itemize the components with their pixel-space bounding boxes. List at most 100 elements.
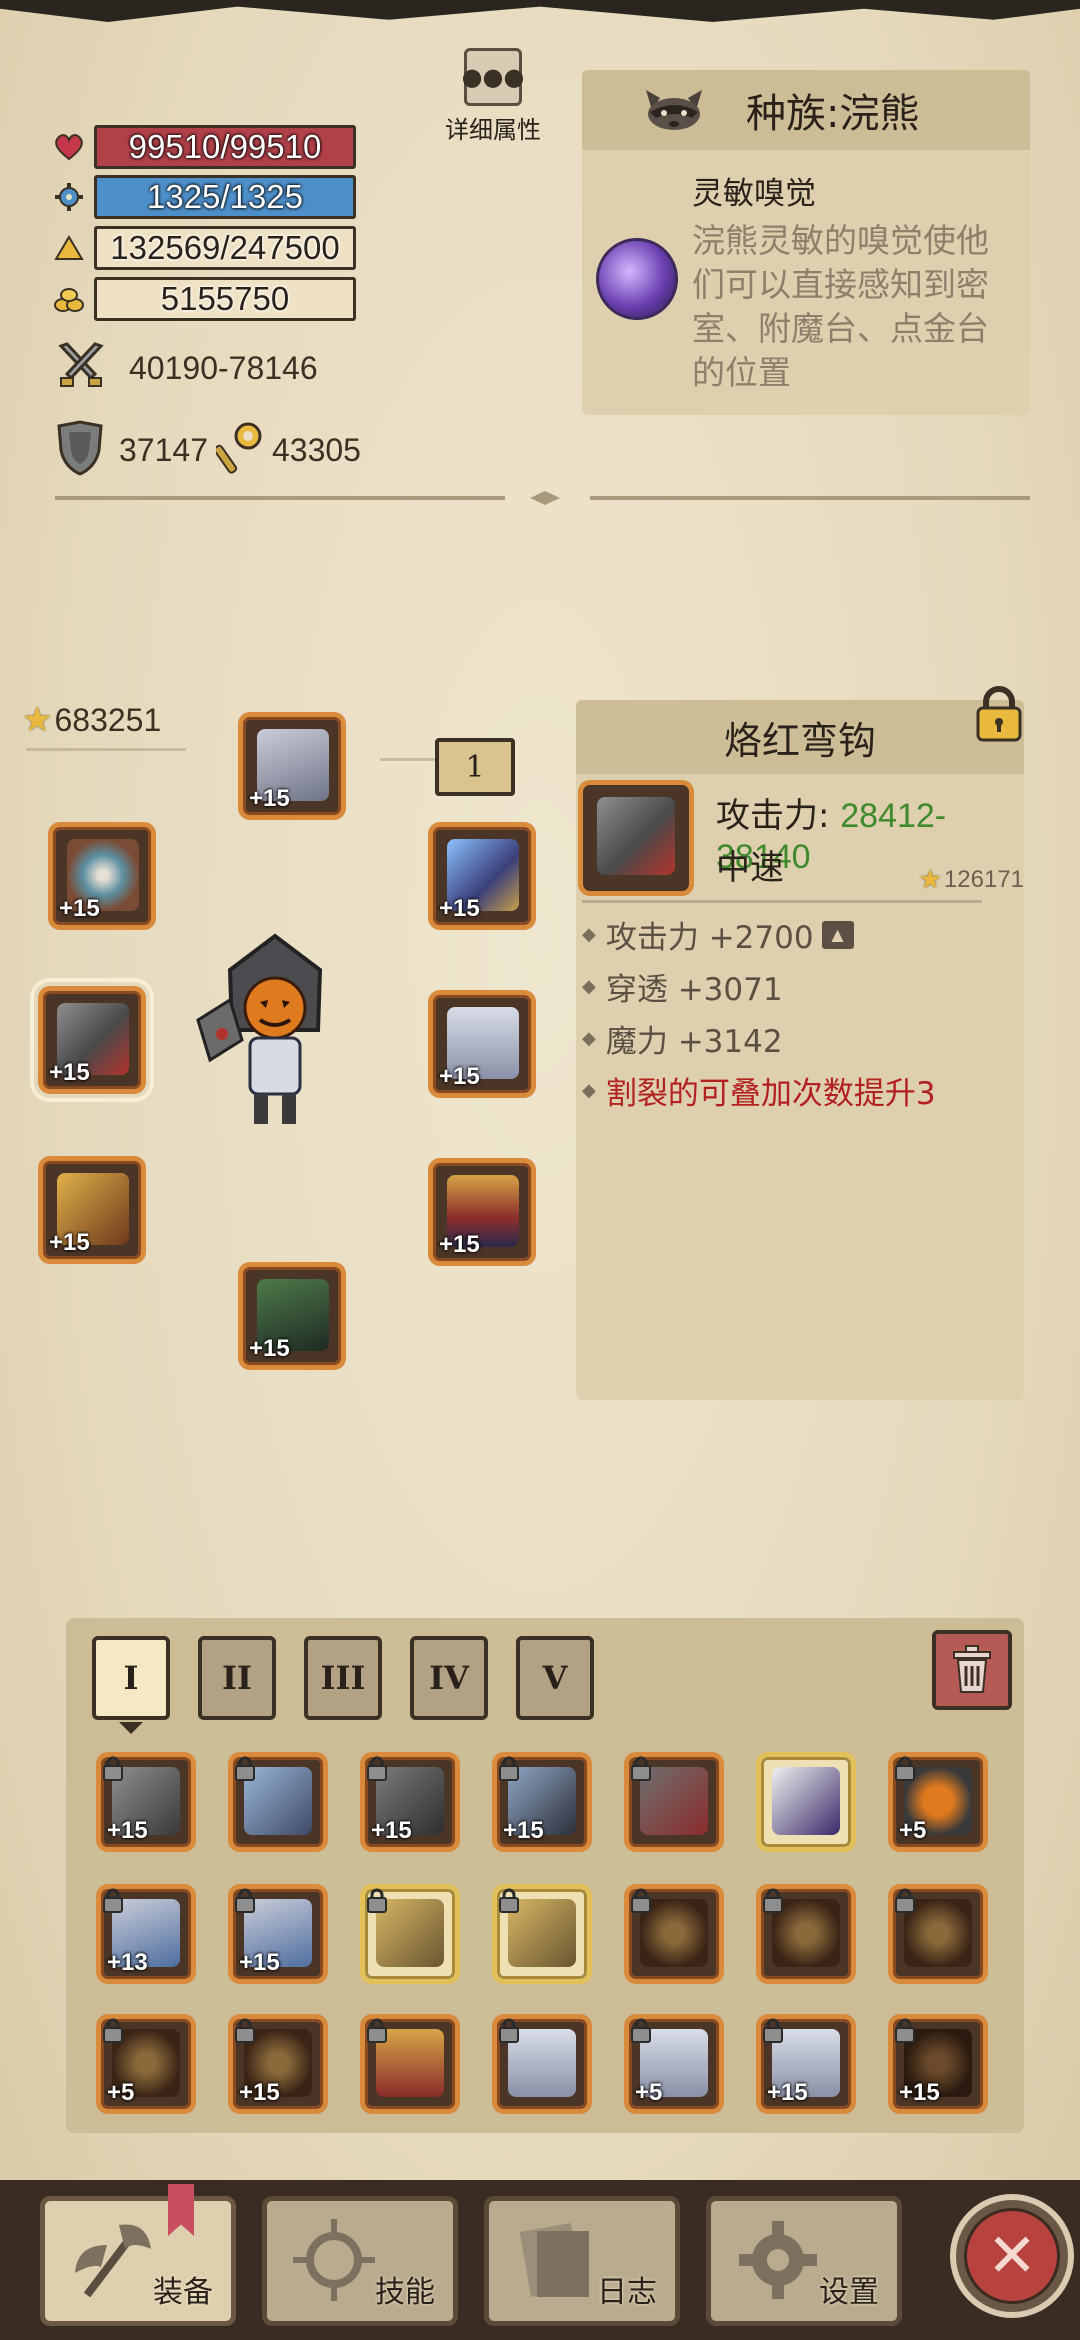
item-speed: 中速 [716, 848, 784, 888]
lock-icon [631, 1756, 651, 1781]
item-attr: ◆ 攻击力 +2700 ▲ [582, 912, 854, 957]
inventory-slot[interactable]: +15 [888, 2014, 988, 2114]
nav-skills-button[interactable]: 技能 [262, 2196, 458, 2326]
axe-icon [75, 2224, 151, 2298]
mana-row: 1325/1325 [50, 175, 356, 219]
diamond-bullet-icon: ◆ [582, 1028, 596, 1049]
trash-icon [953, 1645, 991, 1693]
inventory-tab-4[interactable]: IV [410, 1636, 488, 1720]
magic-value: 43305 [271, 431, 361, 468]
enhance-level: +15 [899, 2079, 940, 2106]
race-panel: 种族:浣熊 灵敏嗅觉 浣熊灵敏的嗅觉使他们可以直接感知到密室、附魔台、点金台的位… [582, 70, 1030, 415]
image-icon[interactable]: ▲ [821, 920, 854, 949]
enhance-level: +15 [59, 895, 100, 922]
inventory-tab-1[interactable]: I [92, 1636, 170, 1720]
inventory-slot[interactable]: +5 [888, 1752, 988, 1852]
inventory-slot[interactable]: +15 [492, 1752, 592, 1852]
lock-icon [895, 1888, 915, 1913]
inventory-slot[interactable] [360, 2014, 460, 2114]
trash-button[interactable] [932, 1630, 1012, 1710]
item-detail-panel: 烙红弯钩 攻击力: 28412-38140 中速 ★ 126171 ◆ 攻击力 … [576, 686, 1024, 1400]
enhance-level: +5 [635, 2079, 663, 2106]
item-attr-special: ◆ 割裂的可叠加次数提升3 [582, 1068, 936, 1113]
item-thumbnail [578, 780, 694, 896]
enhance-level: +5 [899, 1817, 927, 1844]
more-dots-icon: ●●● [462, 48, 524, 106]
equip-slot-wings[interactable]: +15 [428, 990, 536, 1098]
inventory-slot[interactable] [756, 1884, 856, 1984]
lock-icon [367, 1756, 387, 1781]
inventory-slot[interactable]: +13 [96, 1884, 196, 1984]
enhance-level: +15 [239, 2079, 280, 2106]
lock-icon [499, 1756, 519, 1781]
inventory-slot[interactable]: +15 [756, 2014, 856, 2114]
enhance-level: +15 [49, 1059, 90, 1086]
detail-attributes-button[interactable]: ●●● 详细属性 [428, 48, 558, 145]
item-score: ★ 126171 [919, 864, 1024, 895]
lock-icon [103, 1888, 123, 1913]
inventory-slot[interactable]: +15 [360, 1752, 460, 1852]
hero-character[interactable] [190, 930, 360, 1140]
diamond-bullet-icon: ◆ [582, 924, 596, 945]
nav-settings-button[interactable]: 设置 [706, 2196, 902, 2326]
inventory-item[interactable] [756, 1752, 856, 1852]
lock-icon [103, 2018, 123, 2043]
gold-pile-icon [50, 280, 88, 318]
inventory-tab-3[interactable]: III [304, 1636, 382, 1720]
equip-slot-weapon[interactable]: +15 [30, 978, 154, 1102]
lock-icon [235, 1756, 255, 1781]
lock-icon [235, 1888, 255, 1913]
enhance-level: +5 [107, 2079, 135, 2106]
equip-slot-helmet[interactable]: +15 [238, 712, 346, 820]
inventory-slot[interactable]: +5 [624, 2014, 724, 2114]
equip-slot-cloak[interactable]: +15 [238, 1262, 346, 1370]
nav-log-button[interactable]: 日志 [484, 2196, 680, 2326]
item-attr: ◆ 穿透 +3071 [582, 964, 783, 1009]
lock-icon [631, 2018, 651, 2043]
inventory-slot[interactable] [624, 1752, 724, 1852]
item-attr-text: 魔力 +3142 [605, 1024, 783, 1060]
lock-icon [895, 2018, 915, 2043]
equip-slot-belt[interactable]: +15 [48, 822, 156, 930]
diamond-bullet-icon: ◆ [582, 1080, 596, 1101]
lock-icon [367, 1888, 387, 1913]
equipment-score-value: 683251 [54, 701, 162, 738]
exp-bar: 132569/247500 [94, 226, 356, 270]
item-attr: ◆ 魔力 +3142 [582, 1016, 783, 1061]
inventory-slot[interactable]: +15 [228, 1884, 328, 1984]
equip-slot-armor[interactable]: +15 [428, 1158, 536, 1266]
inventory-slot[interactable]: +5 [96, 2014, 196, 2114]
inventory-slot[interactable] [228, 1752, 328, 1852]
attack-value: 40190-78146 [129, 349, 318, 386]
inventory-slot[interactable] [360, 1884, 460, 1984]
inventory-slot[interactable] [888, 1884, 988, 1984]
nav-equipment-button[interactable]: 装备 [40, 2196, 236, 2326]
enhance-level: +15 [439, 895, 480, 922]
equip-slot-quiver[interactable]: +15 [38, 1156, 146, 1264]
race-skill-icon[interactable] [596, 238, 678, 320]
item-separator [582, 900, 982, 903]
inventory-slot[interactable] [492, 2014, 592, 2114]
inventory-slot[interactable] [492, 1884, 592, 1984]
lock-icon [499, 2018, 519, 2043]
close-button[interactable]: ✕ [950, 2194, 1074, 2318]
inventory-slot[interactable]: +15 [228, 2014, 328, 2114]
set-level-badge[interactable]: 1 [435, 738, 515, 796]
enhance-level: +15 [249, 1335, 290, 1362]
lock-icon [103, 1756, 123, 1781]
item-attr-text: 穿透 +3071 [605, 972, 783, 1008]
lock-icon [499, 1888, 519, 1913]
star-icon: ★ [22, 701, 53, 739]
equipment-score: ★ 683251 [22, 700, 161, 740]
inventory-slot[interactable] [756, 1752, 856, 1852]
equip-slot-staff[interactable]: +15 [428, 822, 536, 930]
inventory-slot[interactable] [624, 1884, 724, 1984]
inventory-slot[interactable]: +15 [96, 1752, 196, 1852]
defense-row: 37147 43305 [55, 420, 361, 480]
inventory-tab-5[interactable]: V [516, 1636, 594, 1720]
divider-right [590, 496, 1030, 500]
lock-icon[interactable] [974, 686, 1024, 742]
item-name: 烙红弯钩 [723, 718, 876, 763]
inventory-tab-2[interactable]: II [198, 1636, 276, 1720]
enhance-level: +15 [107, 1817, 148, 1844]
